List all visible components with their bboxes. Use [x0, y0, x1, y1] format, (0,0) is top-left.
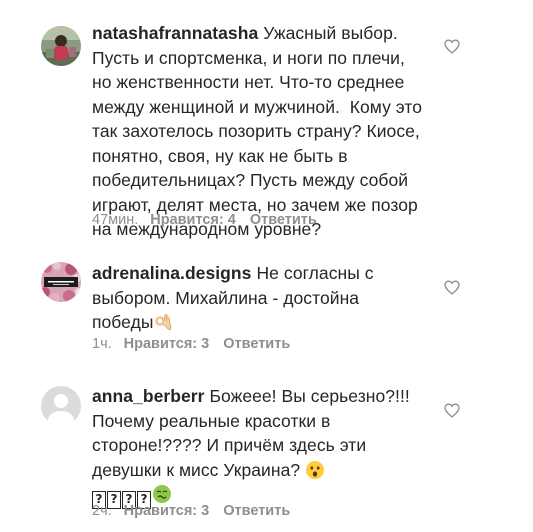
user-avatar[interactable] [41, 26, 81, 66]
brand-logo-avatar[interactable] [41, 262, 81, 302]
heart-outline-icon[interactable] [444, 403, 460, 418]
astonished-face-emoji [306, 460, 325, 479]
comment-time: 2ч. [92, 503, 112, 519]
reply-button[interactable]: Ответить [250, 211, 317, 229]
comment-text: Ужасный выбор. Пусть и спортсменка, и но… [92, 23, 427, 239]
reply-button[interactable]: Ответить [223, 502, 290, 520]
comment-time: 1ч. [92, 336, 112, 352]
default-avatar-icon[interactable] [41, 386, 81, 426]
comment-username[interactable]: anna_berberr [92, 386, 204, 406]
like-count[interactable]: Нравится: 4 [150, 211, 236, 229]
comment-username[interactable]: adrenalina.designs [92, 263, 251, 283]
reply-button[interactable]: Ответить [223, 335, 290, 353]
like-count[interactable]: Нравится: 3 [124, 335, 210, 353]
comment-time: 47мин. [92, 212, 139, 228]
like-count[interactable]: Нравится: 3 [124, 502, 210, 520]
comment-username[interactable]: natashafrannatasha [92, 23, 258, 43]
heart-outline-icon[interactable] [444, 39, 460, 54]
nauseated-face-emoji [153, 485, 171, 503]
ok-hand-emoji [155, 313, 172, 331]
heart-outline-icon[interactable] [444, 280, 460, 295]
